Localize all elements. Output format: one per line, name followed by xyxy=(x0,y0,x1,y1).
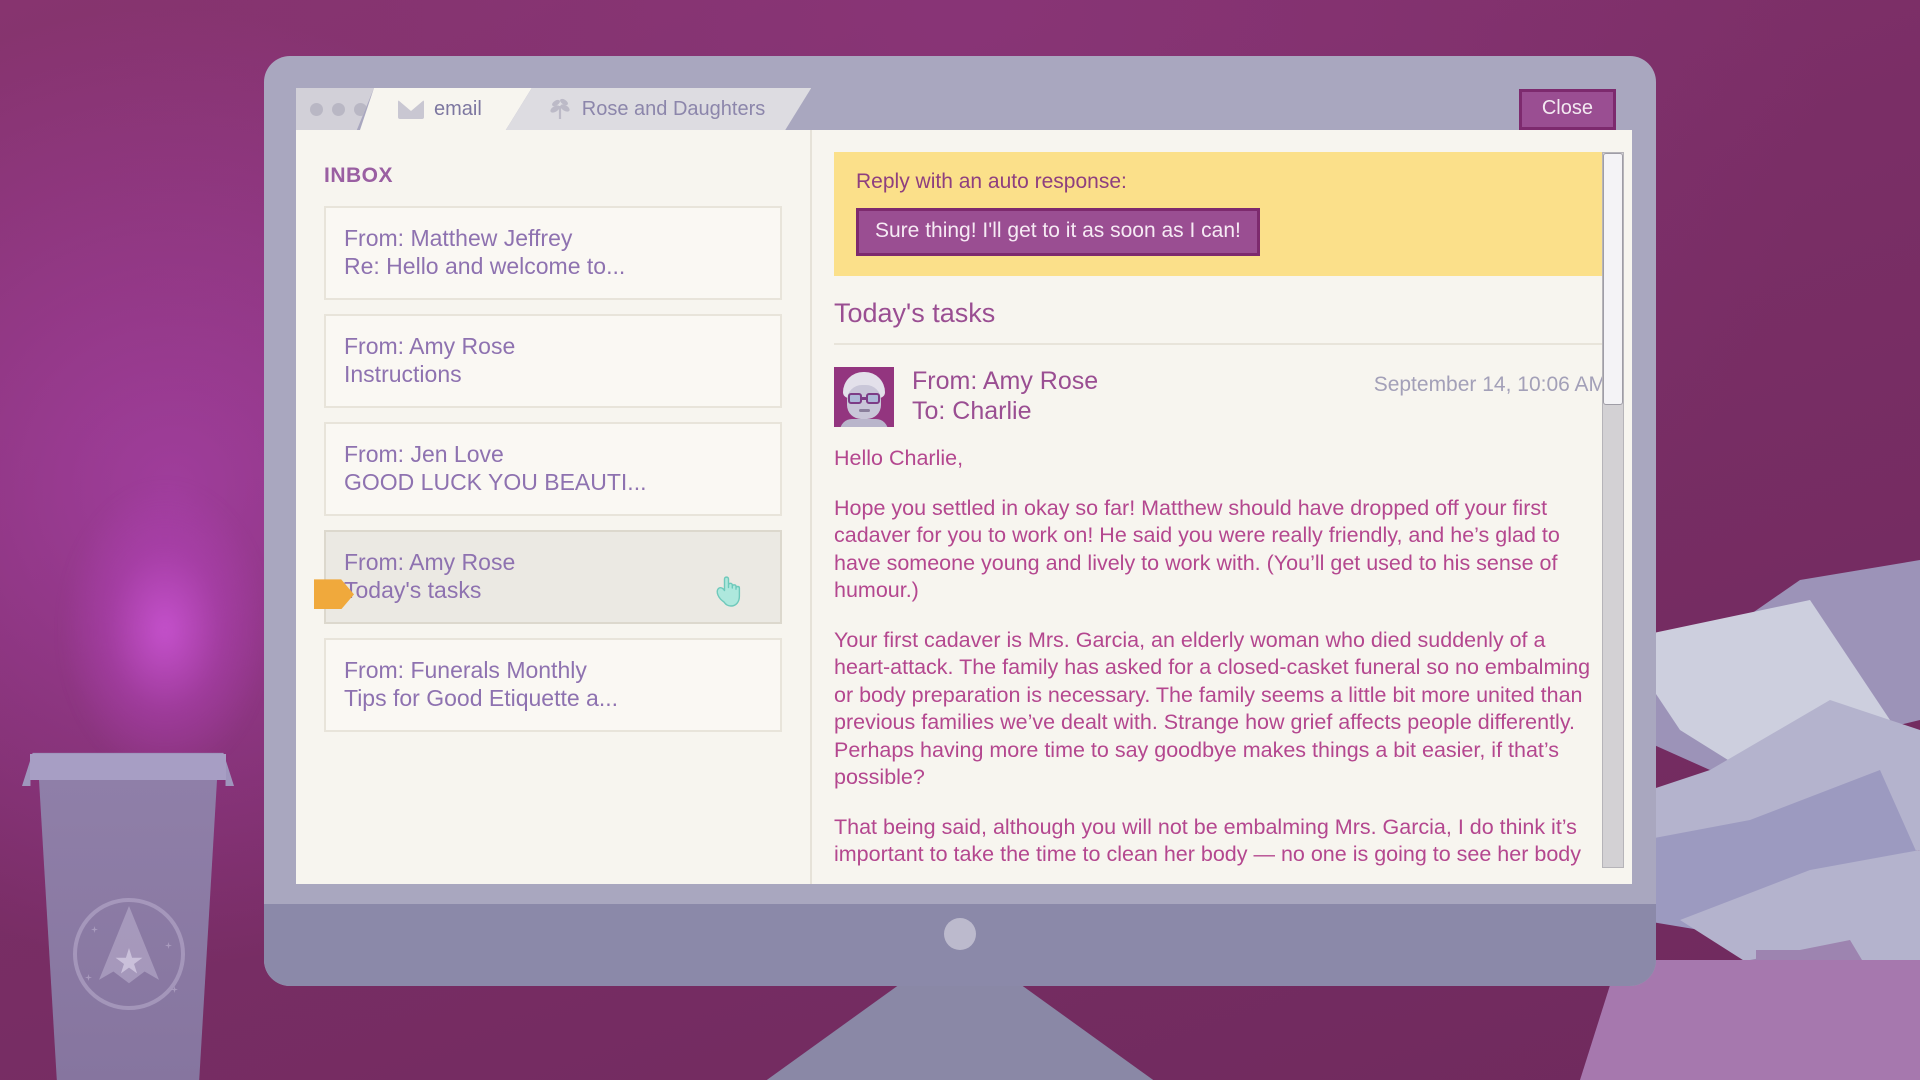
list-item[interactable]: From: Jen Love GOOD LUCK YOU BEAUTI... xyxy=(324,422,782,517)
reading-pane: Reply with an auto response: Sure thing!… xyxy=(812,130,1632,884)
mail-subject: Tips for Good Etiquette a... xyxy=(344,685,619,712)
tab-label: email xyxy=(434,97,482,120)
mail-from: From: Matthew Jeffrey xyxy=(344,225,573,251)
power-button[interactable] xyxy=(944,918,976,950)
message-header: From: Amy Rose To: Charlie September 14,… xyxy=(834,367,1606,427)
auto-response-banner: Reply with an auto response: Sure thing!… xyxy=(834,152,1606,276)
list-item[interactable]: From: Amy Rose Instructions xyxy=(324,314,782,409)
inbox-pane: INBOX From: Matthew Jeffrey Re: Hello an… xyxy=(296,130,812,884)
mail-subject: Today's tasks xyxy=(344,577,482,604)
leaf-branch-icon xyxy=(548,98,572,120)
auto-response-button[interactable]: Sure thing! I'll get to it as soon as I … xyxy=(856,208,1260,256)
tab-bar: email Rose and Daughters Close xyxy=(296,88,1632,130)
avatar-shoulders xyxy=(840,419,888,427)
scrollbar[interactable] xyxy=(1602,152,1624,868)
list-item[interactable]: From: Funerals Monthly Tips for Good Eti… xyxy=(324,638,782,733)
app-body: INBOX From: Matthew Jeffrey Re: Hello an… xyxy=(296,130,1632,884)
list-item[interactable]: From: Matthew Jeffrey Re: Hello and welc… xyxy=(324,206,782,301)
mail-subject: Instructions xyxy=(344,361,462,388)
cup-body xyxy=(39,780,217,1080)
mail-subject: Re: Hello and welcome to... xyxy=(344,253,626,280)
thread-title: Today's tasks xyxy=(834,298,996,328)
tab-label: Rose and Daughters xyxy=(581,97,766,120)
window-dot[interactable] xyxy=(332,102,345,116)
message-body: Hello Charlie, Hope you settled in okay … xyxy=(834,445,1606,869)
desktop-background: email Rose and Daughters Close INBOX Fro… xyxy=(0,0,1920,1080)
avatar-glasses-bridge xyxy=(862,397,866,400)
scrollbar-thumb[interactable] xyxy=(1603,153,1623,405)
tab-bar-spacer xyxy=(811,88,1519,130)
auto-response-label: Reply with an auto response: xyxy=(856,170,1127,193)
mail-from: From: Amy Rose xyxy=(344,549,516,576)
email-app-window: email Rose and Daughters Close INBOX Fro… xyxy=(296,88,1632,884)
mail-subject: GOOD LUCK YOU BEAUTI... xyxy=(344,469,647,496)
avatar-glasses-right xyxy=(866,393,880,404)
list-item-selected[interactable]: From: Amy Rose Today's tasks xyxy=(314,530,782,625)
message-from: From: Amy Rose xyxy=(912,367,1099,395)
message-to: To: Charlie xyxy=(912,396,1032,425)
inbox-heading: INBOX xyxy=(324,164,394,187)
coffee-cup-decoration xyxy=(22,750,234,1080)
window-dot[interactable] xyxy=(354,102,367,116)
message-date: September 14, 10:06 AM xyxy=(1373,373,1606,396)
hand-cursor-icon xyxy=(712,572,746,615)
tab-rose-and-daughters[interactable]: Rose and Daughters xyxy=(506,88,811,130)
cup-lid-top xyxy=(30,754,226,780)
avatar-glasses-left xyxy=(848,393,862,404)
envelope-icon xyxy=(398,100,424,119)
message-paragraph: Hope you settled in okay so far! Matthew… xyxy=(834,495,1560,603)
mail-from: From: Funerals Monthly xyxy=(344,657,587,684)
avatar-mouth xyxy=(859,409,870,412)
mail-from: From: Amy Rose xyxy=(344,333,516,360)
message-paragraph: Hello Charlie, xyxy=(834,446,964,470)
window-dot[interactable] xyxy=(310,102,323,116)
tab-email[interactable]: email xyxy=(360,88,532,130)
avatar xyxy=(834,367,894,427)
purple-glow xyxy=(60,480,270,780)
mail-from: From: Jen Love xyxy=(344,441,504,468)
message-paragraph: Your first cadaver is Mrs. Garcia, an el… xyxy=(834,627,1591,790)
close-button[interactable]: Close xyxy=(1518,88,1616,130)
divider xyxy=(834,343,1606,345)
message-meta: From: Amy Rose To: Charlie xyxy=(912,367,1098,426)
message-paragraph: That being said, although you will not b… xyxy=(834,814,1581,867)
